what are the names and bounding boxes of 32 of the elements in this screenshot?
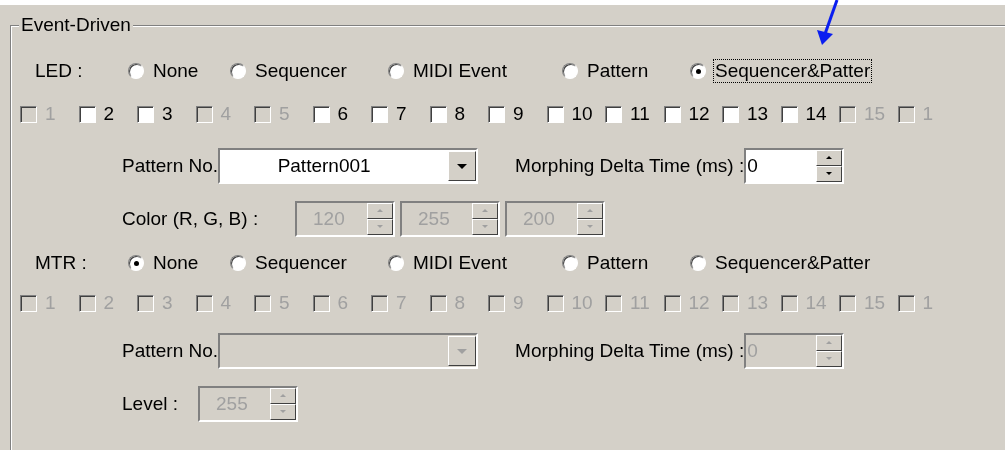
radio-button[interactable]: Pattern: [562, 59, 690, 83]
checkbox[interactable]: 7: [371, 103, 430, 125]
field-label: MTR :: [35, 252, 88, 274]
field-label: Color (R, G, B) :: [122, 208, 260, 230]
radio-button[interactable]: MIDI Event: [388, 251, 562, 275]
radio-button[interactable]: MIDI Event: [388, 59, 562, 83]
radio-button[interactable]: None: [128, 251, 230, 275]
checkbox[interactable]: 2: [78, 103, 137, 125]
checkbox[interactable]: 6: [312, 103, 371, 125]
dropdown[interactable]: Pattern001: [218, 148, 479, 184]
checkbox[interactable]: 11: [605, 103, 664, 125]
checkbox[interactable]: 10: [546, 103, 605, 125]
field-label: LED :: [35, 60, 84, 82]
checkbox[interactable]: 12: [663, 103, 722, 125]
checkbox[interactable]: 13: [722, 103, 781, 125]
checkbox[interactable]: 3: [137, 103, 196, 125]
radio-button[interactable]: None: [128, 59, 230, 83]
number-field[interactable]: 0: [744, 148, 845, 184]
radio-button[interactable]: Sequencer: [230, 251, 388, 275]
field-label: Pattern No.: [122, 155, 219, 177]
checkbox[interactable]: 9: [488, 103, 547, 125]
radio-button[interactable]: Sequencer: [230, 59, 388, 83]
dropdown-button[interactable]: [448, 151, 477, 181]
field-label: Pattern No.: [122, 340, 219, 362]
field-label: Morphing Delta Time (ms) :: [515, 155, 745, 177]
radio-button[interactable]: Pattern: [562, 251, 690, 275]
checkbox[interactable]: 8: [429, 103, 488, 125]
field-label: Level :: [122, 393, 179, 415]
checkbox[interactable]: 14: [780, 103, 839, 125]
radio-button[interactable]: Sequencer&Patter: [690, 251, 873, 275]
field-label: Morphing Delta Time (ms) :: [515, 340, 745, 362]
spin-buttons[interactable]: [816, 150, 843, 182]
